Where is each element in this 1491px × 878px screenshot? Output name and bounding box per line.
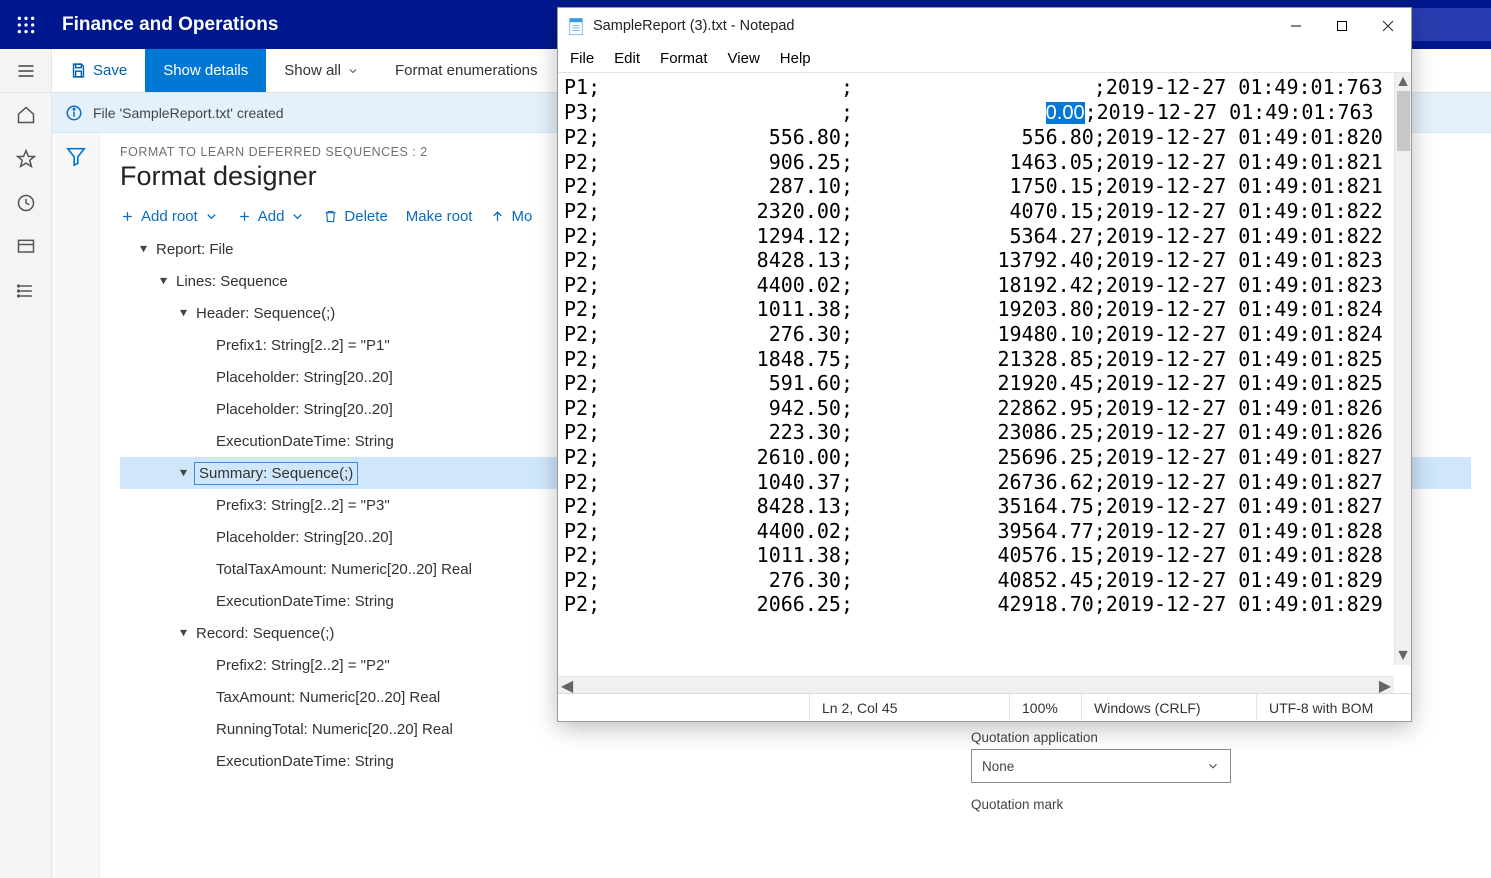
quotation-app-label: Quotation application	[971, 730, 1231, 745]
show-details-label: Show details	[163, 62, 248, 79]
brand-title: Finance and Operations	[62, 14, 278, 36]
chevron-down-icon	[1206, 759, 1220, 773]
maximize-button[interactable]	[1319, 10, 1365, 42]
add-button[interactable]: Add	[237, 208, 306, 225]
make-root-button[interactable]: Make root	[406, 208, 473, 225]
scroll-up-icon[interactable]: ▲	[1395, 73, 1411, 91]
left-rail	[0, 49, 52, 878]
notepad-icon	[566, 16, 586, 36]
notepad-body: P1; ; ;2019-12-27 01:49:01:763 P3; ; 0.0…	[558, 72, 1411, 693]
notepad-window: SampleReport (3).txt - Notepad FileEditF…	[557, 7, 1412, 722]
vertical-scrollbar[interactable]: ▲ ▼	[1394, 73, 1411, 665]
notepad-menu-item[interactable]: File	[570, 50, 594, 67]
tree-node-label: ExecutionDateTime: String	[216, 593, 394, 610]
tree-caret-icon[interactable]	[136, 245, 150, 254]
add-root-label: Add root	[141, 208, 198, 225]
format-enum-label: Format enumerations	[395, 62, 538, 79]
delete-label: Delete	[344, 208, 387, 225]
chevron-down-icon	[347, 65, 359, 77]
quotation-app-select[interactable]: None	[971, 749, 1231, 783]
move-label: Mo	[511, 208, 532, 225]
quotation-mark-label: Quotation mark	[971, 797, 1231, 812]
tree-node-label: Lines: Sequence	[176, 273, 288, 290]
info-message: File 'SampleReport.txt' created	[93, 105, 284, 121]
status-eol: Windows (CRLF)	[1081, 694, 1256, 721]
notepad-menu-item[interactable]: View	[728, 50, 760, 67]
filter-rail	[52, 133, 100, 878]
format-enumerations-button[interactable]: Format enumerations	[377, 49, 556, 92]
scroll-down-icon[interactable]: ▼	[1395, 647, 1411, 665]
tree-node-label: RunningTotal: Numeric[20..20] Real	[216, 721, 453, 738]
show-all-button[interactable]: Show all	[266, 49, 377, 92]
tree-node-label: Placeholder: String[20..20]	[216, 369, 393, 386]
close-button[interactable]	[1365, 10, 1411, 42]
scroll-thumb[interactable]	[1397, 91, 1410, 151]
tree-node-label: Placeholder: String[20..20]	[216, 401, 393, 418]
show-all-label: Show all	[284, 62, 341, 79]
home-icon[interactable]	[0, 93, 51, 137]
notepad-titlebar[interactable]: SampleReport (3).txt - Notepad	[558, 8, 1411, 44]
move-up-button[interactable]: Mo	[490, 208, 532, 225]
tree-caret-icon[interactable]	[176, 309, 190, 318]
notepad-menu-item[interactable]: Format	[660, 50, 708, 67]
status-blank	[558, 694, 809, 721]
plus-icon	[237, 209, 252, 224]
tree-node-label: Prefix2: String[2..2] = "P2"	[216, 657, 390, 674]
tree-node-label: ExecutionDateTime: String	[216, 753, 394, 770]
favorites-icon[interactable]	[0, 137, 51, 181]
tree-node-label: TotalTaxAmount: Numeric[20..20] Real	[216, 561, 472, 578]
tree-node-label: Summary: Sequence(;)	[196, 464, 356, 483]
notepad-textarea[interactable]: P1; ; ;2019-12-27 01:49:01:763 P3; ; 0.0…	[558, 73, 1411, 693]
tree-node-label: Header: Sequence(;)	[196, 305, 335, 322]
delete-button[interactable]: Delete	[323, 208, 387, 225]
tree-node-label: Report: File	[156, 241, 234, 258]
chevron-down-icon	[204, 209, 219, 224]
status-position: Ln 2, Col 45	[809, 694, 1009, 721]
notepad-statusbar: Ln 2, Col 45 100% Windows (CRLF) UTF-8 w…	[558, 693, 1411, 721]
info-icon	[65, 104, 83, 122]
tree-caret-icon[interactable]	[156, 277, 170, 286]
tree-node-label: Prefix1: String[2..2] = "P1"	[216, 337, 390, 354]
save-label: Save	[93, 62, 127, 79]
make-root-label: Make root	[406, 208, 473, 225]
status-encoding: UTF-8 with BOM	[1256, 694, 1411, 721]
tree-node-label: Placeholder: String[20..20]	[216, 529, 393, 546]
notepad-menu-item[interactable]: Edit	[614, 50, 640, 67]
workspaces-icon[interactable]	[0, 225, 51, 269]
arrow-up-icon	[490, 209, 505, 224]
modules-icon[interactable]	[0, 269, 51, 313]
scroll-right-icon[interactable]: ▶	[1376, 677, 1394, 693]
tree-caret-icon[interactable]	[176, 469, 190, 478]
tree-node-label: Record: Sequence(;)	[196, 625, 334, 642]
quotation-app-value: None	[982, 759, 1014, 774]
scroll-left-icon[interactable]: ◀	[558, 677, 576, 693]
waffle-icon[interactable]	[0, 0, 52, 49]
notepad-menu-item[interactable]: Help	[780, 50, 811, 67]
right-field-group: Quotation application None Quotation mar…	[971, 730, 1231, 816]
chevron-down-icon	[290, 209, 305, 224]
filter-icon[interactable]	[65, 145, 87, 878]
tree-node[interactable]: ExecutionDateTime: String	[120, 745, 1471, 777]
tree-node-label: TaxAmount: Numeric[20..20] Real	[216, 689, 440, 706]
trash-icon	[323, 209, 338, 224]
minimize-button[interactable]	[1273, 10, 1319, 42]
notepad-menubar: File Edit Format View Help	[558, 44, 1411, 72]
status-zoom: 100%	[1009, 694, 1081, 721]
tree-caret-icon[interactable]	[176, 629, 190, 638]
add-label: Add	[258, 208, 285, 225]
recent-icon[interactable]	[0, 181, 51, 225]
hamburger-icon[interactable]	[0, 49, 51, 93]
notepad-title: SampleReport (3).txt - Notepad	[593, 18, 794, 34]
tree-node-label: Prefix3: String[2..2] = "P3"	[216, 497, 390, 514]
plus-icon	[120, 209, 135, 224]
horizontal-scrollbar[interactable]: ◀ ▶	[558, 676, 1394, 693]
tree-node-label: ExecutionDateTime: String	[216, 433, 394, 450]
save-button[interactable]: Save	[52, 49, 145, 92]
show-details-button[interactable]: Show details	[145, 49, 266, 92]
add-root-button[interactable]: Add root	[120, 208, 219, 225]
